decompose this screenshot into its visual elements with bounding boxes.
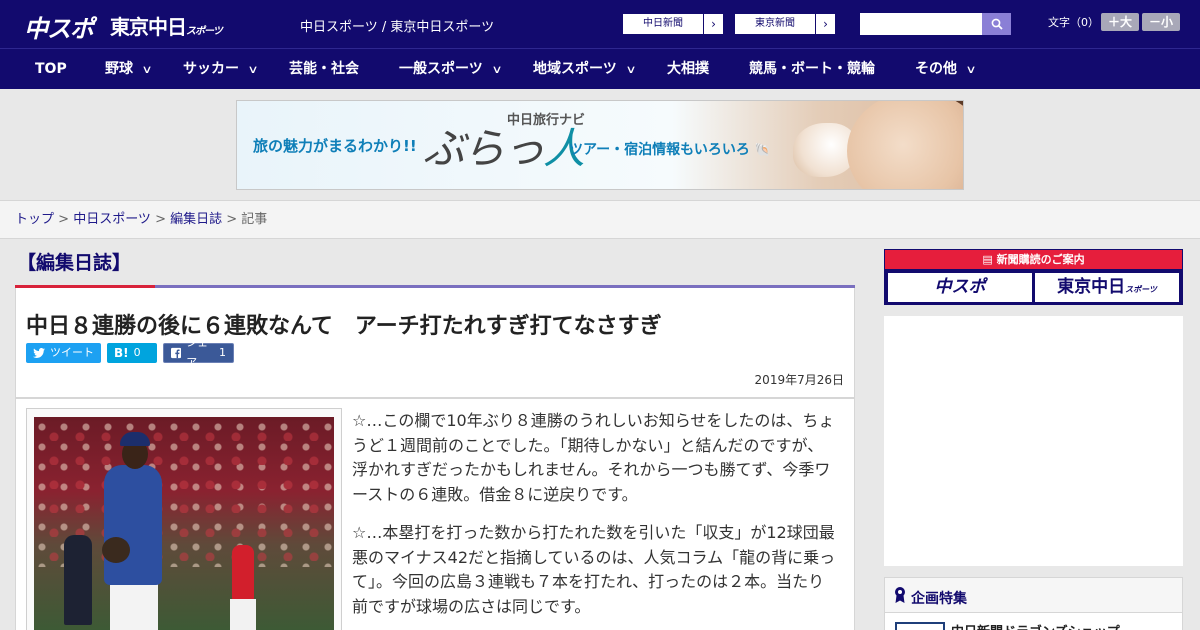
nav-label: TOP [35,61,67,77]
twitter-bird-icon [33,348,45,358]
chevron-down-icon: ∨ [141,63,153,76]
breadcrumb-chunichi-sports[interactable]: 中日スポーツ [73,212,151,227]
feature-header: 企画特集 [885,578,1182,613]
facebook-share-label: シェア [186,336,209,369]
breadcrumb-top[interactable]: トップ [15,212,54,227]
banner-brand-main-a: ぶらっ [423,124,545,173]
photo-pitcher-body [104,465,162,585]
banner-tagline-right: ツアー・宿泊情報もいろいろ 🐚 [569,139,771,159]
tokyo-shimbun-label: 東京新聞 [755,18,795,29]
photo-runner-legs [230,599,256,630]
nav-label: 芸能・社会 [289,61,359,77]
banner-area: 旅の魅力がまるわかり!! 中日旅行ナビ ぶらっ人 ツアー・宿泊情報もいろいろ 🐚 [0,89,1200,200]
nav-label: 野球 [105,61,133,77]
breadcrumb: トップ > 中日スポーツ > 編集日誌 > 記事 [0,200,1200,239]
photo-pitcher-cap [120,432,150,446]
tweet-label: ツイート [50,346,94,359]
subscription-header: ▤ 新聞購読のご案内 [885,250,1182,269]
photo-glove [102,537,130,563]
facebook-share-count: 1 [219,346,226,359]
nav-label: 一般スポーツ [399,61,483,77]
search-button[interactable] [982,13,1011,35]
breadcrumb-sep: > [222,212,242,227]
nav-label: 地域スポーツ [533,61,617,77]
ad-model-image [847,101,963,189]
nav-general-sports[interactable]: 一般スポーツ ∨ [399,49,503,90]
hatena-bookmark-icon: B! [114,346,129,360]
font-smaller-button[interactable]: －小 [1142,13,1180,31]
subscription-box: ▤ 新聞購読のご案内 中スポ 東京中日スポーツ [884,249,1183,305]
feature-title: 企画特集 [911,591,967,607]
feature-thumbnail[interactable] [895,622,945,630]
chevron-right-icon: › [703,14,723,34]
feature-box: 企画特集 中日新聞ドラゴンズショップ [884,577,1183,630]
search-input[interactable] [860,13,982,35]
subscribe-tokyo-label: 東京中日 [1057,277,1126,297]
chevron-down-icon: ∨ [965,63,977,76]
site-name: 中日スポーツ / 東京中日スポーツ [300,20,495,35]
top-header: 中スポ 東京中日スポーツ 中日スポーツ / 東京中日スポーツ 中日新聞 › 東京… [0,0,1200,48]
chevron-down-icon: ∨ [247,63,259,76]
subscribe-tokyo-small: スポーツ [1125,285,1157,294]
chuspo-logo[interactable]: 中スポ [24,9,94,44]
nav-racing[interactable]: 競馬・ボート・競輪 [749,49,875,90]
nav-label: 競馬・ボート・競輪 [749,61,875,77]
banner-brand-main: ぶらっ人 [423,115,585,176]
chunichi-shimbun-label: 中日新聞 [643,18,683,29]
breadcrumb-sep: > [150,212,171,227]
facebook-icon [171,347,182,359]
nav-other[interactable]: その他 ∨ [915,49,977,90]
seashell-icon: 🐚 [754,143,771,158]
hatena-bookmark-button[interactable]: B! 0 [107,343,157,363]
nav-label: 大相撲 [667,61,709,77]
nav-sumo[interactable]: 大相撲 [667,49,709,90]
hatena-count: 0 [133,346,141,359]
chevron-right-icon: › [815,14,835,34]
breadcrumb-sep: > [54,212,74,227]
tokyo-logo-text: 東京中日 [110,15,187,39]
chevron-down-icon: ∨ [491,63,503,76]
chunichi-shimbun-link[interactable]: 中日新聞 › [622,13,724,35]
newspaper-icon: ▤ [982,253,997,266]
article-paragraph: ☆…この欄で10年ぶり８連勝のうれしいお知らせをしたのは、ちょうど１週間前のこと… [352,411,835,504]
article-headline: 中日８連勝の後に６連敗なんて アーチ打たれすぎ打てなさすぎ [26,314,662,339]
section-title[interactable]: 【編集日誌】 [17,248,131,275]
tokyo-shimbun-link[interactable]: 東京新聞 › [734,13,836,35]
tokyo-chunichi-logo[interactable]: 東京中日スポーツ [110,11,223,40]
font-larger-button[interactable]: ＋大 [1101,13,1139,31]
subscribe-tokyo-chunichi-button[interactable]: 東京中日スポーツ [1035,273,1179,302]
subscribe-chuspo-button[interactable]: 中スポ [888,273,1032,302]
ribbon-badge-icon [895,587,905,603]
breadcrumb-current: 記事 [241,212,268,227]
search-icon [991,18,1003,30]
subscription-header-text: 新聞購読のご案内 [996,253,1085,266]
banner-tagline-right-text: ツアー・宿泊情報もいろいろ [569,142,750,158]
tokyo-logo-small: スポーツ [186,26,223,37]
nav-top[interactable]: TOP [35,49,67,90]
photo-umpire [64,535,92,625]
facebook-share-button[interactable]: シェア 1 [163,336,234,369]
chevron-down-icon: ∨ [625,63,637,76]
article-date: 2019年7月26日 [754,373,844,387]
article-paragraph: ☆…本塁打を打った数から打たれた数を引いた「収支」が12球団最悪のマイナス42だ… [352,523,836,616]
nav-local-sports[interactable]: 地域スポーツ ∨ [533,49,637,90]
nav-label: サッカー [183,61,239,77]
tweet-button[interactable]: ツイート [26,343,101,363]
article-photo[interactable] [34,417,334,630]
nav-label: その他 [915,61,957,77]
travel-ad-banner[interactable]: 旅の魅力がまるわかり!! 中日旅行ナビ ぶらっ人 ツアー・宿泊情報もいろいろ 🐚 [236,100,964,190]
banner-tagline-left: 旅の魅力がまるわかり!! [253,137,417,155]
nav-soccer[interactable]: サッカー ∨ [183,49,259,90]
photo-runner [232,545,254,605]
feature-item[interactable]: 中日新聞ドラゴンズショップ [951,621,1120,630]
nav-entertainment[interactable]: 芸能・社会 [289,49,359,90]
main-nav: TOP 野球 ∨ サッカー ∨ 芸能・社会 一般スポーツ ∨ 地域スポーツ ∨ 大相撲 … [0,48,1200,89]
nav-baseball[interactable]: 野球 ∨ [105,49,153,90]
breadcrumb-editorial-diary[interactable]: 編集日誌 [170,212,222,227]
font-size-label: 文字（0） [1048,16,1099,29]
sidebar-ad-slot [884,316,1183,566]
